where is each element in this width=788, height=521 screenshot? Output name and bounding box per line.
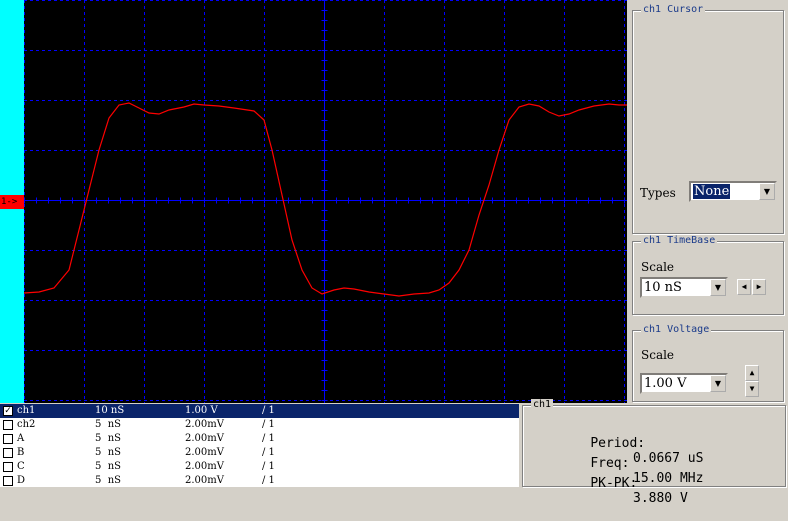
channel-voltage: 2.00mV [185, 419, 224, 430]
cursor-types-select[interactable]: None ▼ [689, 181, 777, 202]
ch1-level-marker[interactable]: 1-> [0, 195, 24, 209]
timebase-group-title: ch1 TimeBase [641, 235, 718, 247]
channel-checkbox[interactable] [3, 434, 13, 444]
ch1-trace [24, 102, 627, 297]
period-value: 0.0667 uS [633, 451, 704, 466]
channel-checkbox[interactable] [3, 420, 13, 430]
cursor-group-title: ch1 Cursor [641, 4, 706, 16]
channel-voltage: 2.00mV [185, 433, 224, 444]
channel-checkbox[interactable]: ✓ [3, 406, 13, 416]
pkpk-row: PK-PK: 3.880 V [559, 461, 687, 521]
timebase-scale-value: 10 nS [644, 280, 682, 295]
channel-ratio: / 1 [262, 447, 275, 458]
channel-row-3[interactable]: B 5 nS 2.00mV / 1 [0, 446, 519, 460]
voltage-down-button[interactable]: ▼ [745, 381, 759, 397]
channel-timebase: 5 nS [95, 433, 122, 444]
channel-timebase: 5 nS [95, 475, 122, 486]
timebase-group: ch1 TimeBase Scale 10 nS ▼ ◀ ▶ [632, 235, 784, 315]
measurement-group-title: ch1 [531, 399, 554, 411]
channel-timebase: 10 nS [95, 405, 125, 416]
chevron-down-icon[interactable]: ▼ [710, 375, 726, 392]
channel-voltage: 2.00mV [185, 447, 224, 458]
channel-row-1[interactable]: ch2 5 nS 2.00mV / 1 [0, 418, 519, 432]
types-label: Types [640, 186, 676, 200]
channel-voltage: 2.00mV [185, 461, 224, 472]
channel-row-0[interactable]: ✓ ch1 10 nS 1.00 V / 1 [0, 404, 519, 418]
channel-checkbox[interactable] [3, 476, 13, 486]
pkpk-value: 3.880 V [633, 491, 688, 506]
channel-ratio: / 1 [262, 475, 275, 486]
voltage-up-button[interactable]: ▲ [745, 365, 759, 381]
voltage-group: ch1 Voltage Scale 1.00 V ▼ ▲ ▼ [632, 324, 784, 402]
channel-timebase: 5 nS [95, 461, 122, 472]
scope-display: 1-> [0, 0, 627, 403]
chevron-down-icon[interactable]: ▼ [710, 279, 726, 296]
channel-checkbox[interactable] [3, 462, 13, 472]
channel-ratio: / 1 [262, 433, 275, 444]
timebase-left-button[interactable]: ◀ [737, 279, 751, 295]
channel-voltage: 2.00mV [185, 475, 224, 486]
waveform-screen[interactable] [24, 0, 627, 403]
channel-row-2[interactable]: A 5 nS 2.00mV / 1 [0, 432, 519, 446]
channel-voltage: 1.00 V [185, 405, 218, 416]
timebase-right-button[interactable]: ▶ [752, 279, 766, 295]
channel-timebase: 5 nS [95, 419, 122, 430]
channel-name: B [17, 447, 25, 458]
voltage-scale-select[interactable]: 1.00 V ▼ [640, 373, 728, 394]
channel-name: D [17, 475, 26, 486]
channel-row-4[interactable]: C 5 nS 2.00mV / 1 [0, 460, 519, 474]
channel-ratio: / 1 [262, 419, 275, 430]
channel-ratio: / 1 [262, 405, 275, 416]
cursor-group: ch1 Cursor Types None ▼ [632, 4, 784, 234]
channel-timebase: 5 nS [95, 447, 122, 458]
channel-checkbox[interactable] [3, 448, 13, 458]
channel-name: ch1 [17, 405, 36, 416]
voltage-group-title: ch1 Voltage [641, 324, 712, 336]
channel-name: ch2 [17, 419, 36, 430]
channel-name: C [17, 461, 25, 472]
graticule [24, 0, 627, 403]
cursor-types-value: None [693, 184, 731, 199]
measurement-group: ch1 Period: 0.0667 uS Freq: 15.00 MHz PK… [522, 399, 786, 506]
channel-name: A [17, 433, 25, 444]
timebase-scale-select[interactable]: 10 nS ▼ [640, 277, 728, 298]
chevron-down-icon[interactable]: ▼ [759, 183, 775, 200]
voltage-scale-label: Scale [641, 348, 675, 362]
waveform-plot [24, 0, 627, 403]
pkpk-label: PK-PK: [590, 476, 638, 491]
channel-list[interactable]: ✓ ch1 10 nS 1.00 V / 1 ch2 5 nS 2.00mV / 1 A 5 nS 2… [0, 404, 519, 487]
timebase-scale-label: Scale [641, 260, 675, 274]
channel-row-5[interactable]: D 5 nS 2.00mV / 1 [0, 474, 519, 487]
freq-value: 15.00 MHz [633, 471, 704, 486]
channel-ratio: / 1 [262, 461, 275, 472]
voltage-scale-value: 1.00 V [644, 376, 687, 391]
